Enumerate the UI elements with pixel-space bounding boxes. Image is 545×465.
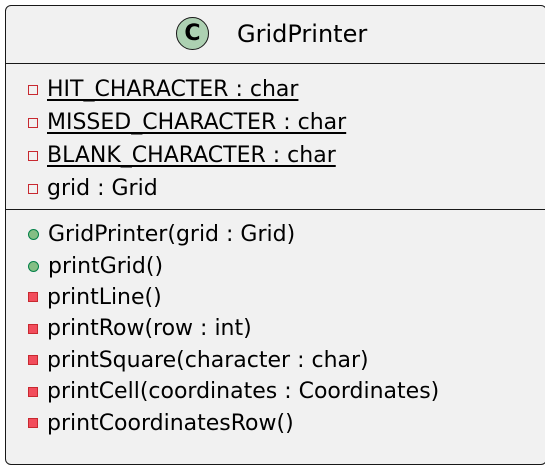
public-method-icon — [28, 229, 39, 241]
field-text: BLANK_CHARACTER : char — [47, 143, 336, 168]
private-method-icon — [28, 292, 38, 303]
private-field-icon — [28, 183, 38, 194]
header-divider — [6, 63, 545, 64]
field-text: HIT_CHARACTER : char — [47, 77, 299, 102]
private-method-icon — [28, 355, 38, 366]
method-text: printSquare(character : char) — [47, 347, 369, 373]
field-row: HIT_CHARACTER : char — [6, 73, 545, 106]
class-header: C GridPrinter — [6, 6, 545, 63]
method-row: printCoordinatesRow() — [6, 407, 545, 438]
private-method-icon — [28, 323, 38, 334]
fields-section: HIT_CHARACTER : char MISSED_CHARACTER : … — [6, 73, 545, 205]
private-field-icon — [28, 150, 38, 161]
method-text: printRow(row : int) — [47, 316, 252, 342]
private-method-icon — [28, 386, 38, 397]
method-text: GridPrinter(grid : Grid) — [48, 222, 296, 248]
private-method-icon — [28, 418, 38, 429]
class-name: GridPrinter — [237, 20, 368, 48]
method-text: printGrid() — [48, 253, 164, 279]
private-field-icon — [28, 84, 38, 95]
field-row: BLANK_CHARACTER : char — [6, 139, 545, 172]
method-row: printCell(coordinates : Coordinates) — [6, 376, 545, 407]
private-field-icon — [28, 117, 38, 128]
method-text: printCoordinatesRow() — [47, 410, 294, 436]
field-row: MISSED_CHARACTER : char — [6, 106, 545, 139]
method-text: printLine() — [47, 284, 162, 310]
method-text: printCell(coordinates : Coordinates) — [47, 379, 440, 405]
uml-class-box: C GridPrinter HIT_CHARACTER : char MISSE… — [5, 5, 545, 465]
class-stereotype-letter: C — [184, 20, 201, 46]
method-row: printGrid() — [6, 250, 545, 281]
fields-divider — [6, 209, 545, 210]
class-stereotype-icon: C — [176, 17, 209, 50]
field-text: grid : Grid — [47, 176, 158, 201]
method-row: printLine() — [6, 282, 545, 313]
field-row: grid : Grid — [6, 172, 545, 205]
field-text: MISSED_CHARACTER : char — [47, 110, 347, 135]
methods-section: GridPrinter(grid : Grid) printGrid() pri… — [6, 219, 545, 439]
method-row: GridPrinter(grid : Grid) — [6, 219, 545, 250]
method-row: printSquare(character : char) — [6, 345, 545, 376]
public-method-icon — [28, 260, 39, 272]
method-row: printRow(row : int) — [6, 313, 545, 344]
